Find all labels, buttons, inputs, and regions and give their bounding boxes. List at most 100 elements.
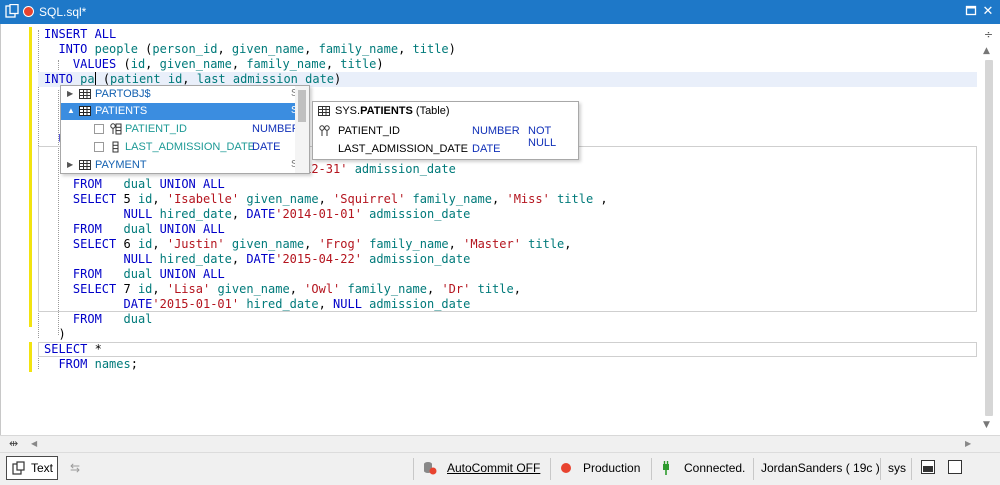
horizontal-split-icon[interactable]: ⇹ [9, 437, 18, 450]
collapse-arrow-icon[interactable]: ▲ [67, 106, 75, 115]
schema-name[interactable]: sys [888, 461, 906, 475]
code-line[interactable]: FROM dual [44, 312, 608, 327]
code-line[interactable]: DATE'2015-01-01' hired_date, NULL admiss… [44, 297, 608, 312]
popup-scroll-thumb[interactable] [298, 90, 306, 122]
tooltip-title: SYS.PATIENTS (Table) [335, 105, 450, 117]
code-token: admission_date [369, 297, 471, 311]
code-token: INTO [58, 42, 88, 56]
tooltip-column-type: NUMBER [472, 125, 520, 137]
autocomplete-item-selected[interactable]: ▲ PATIENTS S [61, 103, 298, 120]
code-line[interactable]: FROM names; [44, 357, 608, 372]
code-token: id [137, 192, 153, 206]
code-token: FROM [72, 222, 102, 236]
title-bar: SQL.sql* ✕ [0, 0, 1000, 24]
code-line[interactable]: SELECT 6 id, 'Justin' given_name, 'Frog'… [44, 237, 608, 252]
code-token: given_name [246, 192, 319, 206]
code-token: family_name [369, 237, 449, 251]
column-checkbox[interactable] [94, 124, 104, 134]
code-line[interactable]: FROM dual UNION ALL [44, 267, 608, 282]
vertical-scrollbar[interactable]: ÷ ▲ ▼ [979, 24, 998, 435]
code-token: 'Frog' [318, 237, 362, 251]
code-line[interactable]: FROM dual UNION ALL [44, 222, 608, 237]
sql-document-icon[interactable] [5, 4, 19, 18]
code-line[interactable]: NULL hired_date, DATE'2015-04-22' admiss… [44, 252, 608, 267]
code-token: , [593, 192, 608, 206]
code-line[interactable]: ) [44, 327, 608, 342]
code-token: , [231, 252, 247, 266]
code-token: '2015-01-01' [152, 297, 240, 311]
code-token: NULL [123, 252, 153, 266]
swap-icon[interactable]: ⇆ [70, 461, 80, 475]
status-separator [413, 458, 414, 480]
layout-bottom-panel-button[interactable] [921, 460, 935, 474]
code-line[interactable]: INSERT ALL [44, 27, 608, 42]
code-token: last_admission_date [196, 72, 335, 86]
scroll-up-icon[interactable]: ▲ [983, 46, 990, 56]
code-token: id [137, 237, 153, 251]
code-token: , [289, 282, 305, 296]
layout-no-panel-button[interactable] [948, 460, 962, 474]
production-dot-icon [561, 463, 571, 473]
column-checkbox[interactable] [94, 142, 104, 152]
code-token: ; [130, 357, 138, 371]
code-token: patient_id [110, 72, 183, 86]
environment-status[interactable]: Production [583, 461, 640, 475]
code-line[interactable]: INTO people (person_id, given_name, fami… [44, 42, 608, 57]
popup-scrollbar[interactable] [295, 86, 309, 173]
autocomplete-popup[interactable]: ▶ PARTOBJ$ S ▲ PATIENTS S PATIENT_ID NUM… [60, 85, 310, 174]
code-token: 7 [116, 282, 138, 296]
autocomplete-item[interactable]: ▶ PAYMENT S [61, 157, 298, 174]
column-type: NUMBER [252, 123, 300, 135]
code-token: title [557, 192, 594, 206]
tooltip-object-kind: (Table) [415, 105, 450, 117]
autocomplete-item[interactable]: ▶ PARTOBJ$ S [61, 86, 298, 103]
connection-status[interactable]: Connected. [684, 461, 745, 475]
scroll-thumb[interactable] [985, 60, 993, 416]
autocommit-status[interactable]: AutoCommit OFF [447, 461, 540, 475]
code-token: pa [80, 72, 95, 86]
autocomplete-column-item[interactable]: LAST_ADMISSION_DATE DATE [61, 139, 295, 156]
code-line[interactable]: SELECT 7 id, 'Lisa' given_name, 'Owl' fa… [44, 282, 608, 297]
table-icon [79, 106, 91, 116]
expand-arrow-icon[interactable]: ▶ [67, 89, 73, 98]
code-token: title [477, 282, 514, 296]
code-token: ) [334, 72, 342, 86]
expand-arrow-icon[interactable]: ▶ [67, 160, 73, 169]
code-line[interactable]: SELECT * [44, 342, 608, 357]
code-token: given_name [217, 282, 290, 296]
code-token: ) [448, 42, 456, 56]
close-button[interactable]: ✕ [980, 4, 996, 20]
code-line[interactable]: NULL hired_date, DATE'2014-01-01' admiss… [44, 207, 608, 222]
minimize-button[interactable] [963, 4, 979, 20]
connection-user[interactable]: JordanSanders ( 19c ) [761, 461, 880, 475]
code-line[interactable]: SELECT 5 id, 'Isabelle' given_name, 'Squ… [44, 192, 608, 207]
code-token: , [145, 57, 160, 71]
autocomplete-column-item[interactable]: PATIENT_ID NUMBER [61, 121, 300, 138]
code-token: FROM [58, 357, 88, 371]
code-token: family_name [412, 192, 493, 206]
scroll-down-icon[interactable]: ▼ [983, 420, 990, 430]
unsaved-indicator-icon[interactable] [23, 6, 34, 17]
split-handle-icon[interactable]: ÷ [982, 28, 995, 41]
code-line[interactable]: VALUES (id, given_name, family_name, tit… [44, 57, 608, 72]
code-token: , [325, 57, 341, 71]
horizontal-scrollbar[interactable]: ⇹ ◀ ▶ [0, 435, 1000, 452]
code-token: DATE [246, 252, 276, 266]
code-text[interactable]: INSERT ALL INTO people (person_id, given… [44, 27, 608, 372]
scroll-left-icon[interactable]: ◀ [31, 439, 37, 448]
scroll-right-icon[interactable]: ▶ [965, 439, 971, 448]
code-line[interactable]: FROM dual UNION ALL [44, 177, 608, 192]
text-mode-button[interactable]: Text [6, 456, 58, 480]
